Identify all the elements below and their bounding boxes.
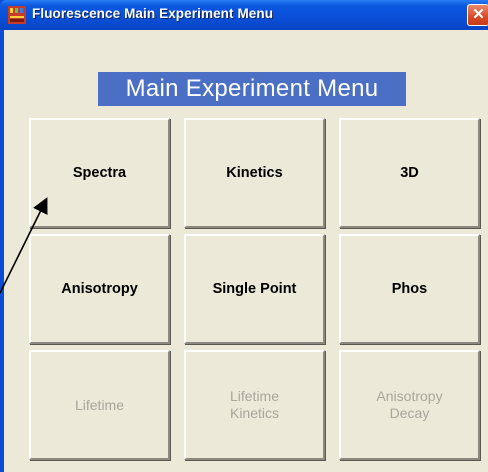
lifetime-kinetics-label-line1: Lifetime <box>229 388 280 404</box>
anisotropy-button[interactable]: Anisotropy <box>29 234 170 344</box>
anisotropy-decay-label-group: Anisotropy Decay <box>376 388 442 422</box>
lifetime-kinetics-label-line2: Kinetics <box>229 405 280 421</box>
spectra-button[interactable]: Spectra <box>29 118 170 228</box>
lifetime-kinetics-button[interactable]: Lifetime Kinetics <box>184 350 325 460</box>
menu-header: Main Experiment Menu <box>98 72 406 106</box>
experiment-menu-window: Fluorescence Main Experiment Menu ✕ Main… <box>0 0 488 472</box>
3d-button[interactable]: 3D <box>339 118 480 228</box>
lifetime-button-label: Lifetime <box>74 396 125 413</box>
title-bar[interactable]: Fluorescence Main Experiment Menu ✕ <box>0 0 488 30</box>
spectra-button-label: Spectra <box>72 164 127 181</box>
single-point-button-label: Single Point <box>212 280 297 297</box>
lifetime-kinetics-label-group: Lifetime Kinetics <box>230 388 279 422</box>
lifetime-button[interactable]: Lifetime <box>29 350 170 460</box>
kinetics-button-label: Kinetics <box>226 164 283 181</box>
single-point-button[interactable]: Single Point <box>184 234 325 344</box>
close-button[interactable]: ✕ <box>467 4 488 26</box>
anisotropy-button-label: Anisotropy <box>61 280 138 297</box>
close-icon: ✕ <box>472 6 485 23</box>
anisotropy-decay-button[interactable]: Anisotropy Decay <box>339 350 480 460</box>
phos-button[interactable]: Phos <box>339 234 480 344</box>
3d-button-label: 3D <box>400 164 419 181</box>
kinetics-button[interactable]: Kinetics <box>184 118 325 228</box>
menu-client-area: Main Experiment Menu Spectra Kinetics 3D… <box>4 30 488 472</box>
anisotropy-decay-label-line2: Decay <box>389 405 430 421</box>
fluorescence-app-icon <box>8 6 26 24</box>
menu-header-title: Main Experiment Menu <box>125 75 379 102</box>
anisotropy-decay-label-line1: Anisotropy <box>376 388 443 404</box>
window-title: Fluorescence Main Experiment Menu <box>32 6 274 21</box>
phos-button-label: Phos <box>391 280 428 297</box>
